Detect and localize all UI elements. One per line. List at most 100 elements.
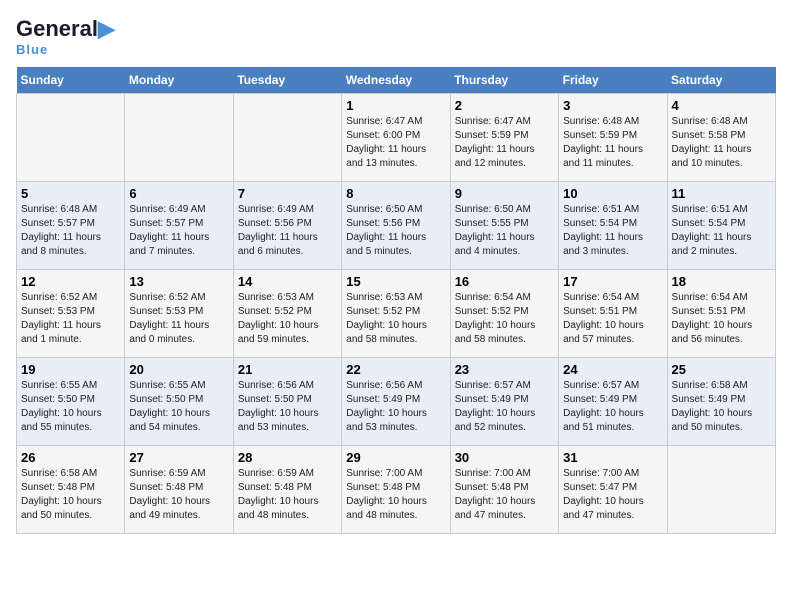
day-info: Sunrise: 6:48 AM Sunset: 5:57 PM Dayligh…: [21, 203, 120, 259]
day-info: Sunrise: 6:52 AM Sunset: 5:53 PM Dayligh…: [21, 291, 120, 347]
day-number: 22: [346, 362, 445, 377]
calendar-cell: 12 Sunrise: 6:52 AM Sunset: 5:53 PM Dayli…: [17, 270, 125, 358]
calendar-cell: 24 Sunrise: 6:57 AM Sunset: 5:49 PM Dayli…: [559, 358, 667, 446]
day-info: Sunrise: 6:55 AM Sunset: 5:50 PM Dayligh…: [21, 379, 120, 435]
week-row-5: 26 Sunrise: 6:58 AM Sunset: 5:48 PM Dayli…: [17, 446, 776, 534]
page-header: General▶ Blue: [16, 16, 776, 57]
day-info: Sunrise: 6:52 AM Sunset: 5:53 PM Dayligh…: [129, 291, 228, 347]
calendar-cell: 21Sunrise: 6:56 AM Sunset: 5:50 PM Dayli…: [233, 358, 341, 446]
day-info: Sunrise: 6:51 AM Sunset: 5:54 PM Dayligh…: [563, 203, 662, 259]
day-number: 7: [238, 186, 337, 201]
day-number: 5: [21, 186, 120, 201]
day-number: 12: [21, 274, 120, 289]
day-info: Sunrise: 6:50 AM Sunset: 5:56 PM Dayligh…: [346, 203, 445, 259]
calendar-cell: 14 Sunrise: 6:53 AM Sunset: 5:52 PM Dayli…: [233, 270, 341, 358]
day-number: 11: [672, 186, 771, 201]
calendar-cell: 22 Sunrise: 6:56 AM Sunset: 5:49 PM Dayli…: [342, 358, 450, 446]
calendar-cell: 26 Sunrise: 6:58 AM Sunset: 5:48 PM Dayli…: [17, 446, 125, 534]
day-info: Sunrise: 6:56 AM Sunset: 5:49 PM Dayligh…: [346, 379, 445, 435]
calendar-cell: 25 Sunrise: 6:58 AM Sunset: 5:49 PM Dayli…: [667, 358, 775, 446]
day-number: 29: [346, 450, 445, 465]
day-info: Sunrise: 6:58 AM Sunset: 5:49 PM Dayligh…: [672, 379, 771, 435]
day-info: Sunrise: 6:59 AM Sunset: 5:48 PM Dayligh…: [238, 467, 337, 523]
day-info: Sunrise: 6:49 AM Sunset: 5:56 PM Dayligh…: [238, 203, 337, 259]
calendar-cell: 15Sunrise: 6:53 AM Sunset: 5:52 PM Dayli…: [342, 270, 450, 358]
day-info: Sunrise: 6:47 AM Sunset: 6:00 PM Dayligh…: [346, 115, 445, 171]
day-info: Sunrise: 6:50 AM Sunset: 5:55 PM Dayligh…: [455, 203, 554, 259]
day-number: 8: [346, 186, 445, 201]
day-number: 28: [238, 450, 337, 465]
day-info: Sunrise: 7:00 AM Sunset: 5:47 PM Dayligh…: [563, 467, 662, 523]
weekday-header-tuesday: Tuesday: [233, 67, 341, 94]
day-number: 18: [672, 274, 771, 289]
calendar-cell: 16 Sunrise: 6:54 AM Sunset: 5:52 PM Dayli…: [450, 270, 558, 358]
day-number: 24: [563, 362, 662, 377]
calendar-cell: 18Sunrise: 6:54 AM Sunset: 5:51 PM Dayli…: [667, 270, 775, 358]
day-info: Sunrise: 6:54 AM Sunset: 5:52 PM Dayligh…: [455, 291, 554, 347]
day-number: 1: [346, 98, 445, 113]
day-number: 3: [563, 98, 662, 113]
logo-subtitle: Blue: [16, 42, 48, 57]
weekday-header-row: SundayMondayTuesdayWednesdayThursdayFrid…: [17, 67, 776, 94]
day-number: 2: [455, 98, 554, 113]
day-number: 30: [455, 450, 554, 465]
weekday-header-friday: Friday: [559, 67, 667, 94]
day-info: Sunrise: 6:59 AM Sunset: 5:48 PM Dayligh…: [129, 467, 228, 523]
calendar-cell: 3 Sunrise: 6:48 AM Sunset: 5:59 PM Daylig…: [559, 94, 667, 182]
calendar-cell: 23Sunrise: 6:57 AM Sunset: 5:49 PM Dayli…: [450, 358, 558, 446]
day-number: 14: [238, 274, 337, 289]
day-number: 31: [563, 450, 662, 465]
calendar-cell: 2 Sunrise: 6:47 AM Sunset: 5:59 PM Daylig…: [450, 94, 558, 182]
day-number: 9: [455, 186, 554, 201]
day-number: 19: [21, 362, 120, 377]
calendar-cell: 10 Sunrise: 6:51 AM Sunset: 5:54 PM Dayli…: [559, 182, 667, 270]
day-info: Sunrise: 6:47 AM Sunset: 5:59 PM Dayligh…: [455, 115, 554, 171]
calendar-cell: [125, 94, 233, 182]
day-number: 4: [672, 98, 771, 113]
day-info: Sunrise: 6:51 AM Sunset: 5:54 PM Dayligh…: [672, 203, 771, 259]
weekday-header-thursday: Thursday: [450, 67, 558, 94]
calendar-cell: 29 Sunrise: 7:00 AM Sunset: 5:48 PM Dayli…: [342, 446, 450, 534]
calendar-cell: 9 Sunrise: 6:50 AM Sunset: 5:55 PM Daylig…: [450, 182, 558, 270]
weekday-header-saturday: Saturday: [667, 67, 775, 94]
calendar-cell: 7 Sunrise: 6:49 AM Sunset: 5:56 PM Daylig…: [233, 182, 341, 270]
calendar-cell: 6Sunrise: 6:49 AM Sunset: 5:57 PM Daylig…: [125, 182, 233, 270]
day-number: 25: [672, 362, 771, 377]
calendar-cell: 17Sunrise: 6:54 AM Sunset: 5:51 PM Dayli…: [559, 270, 667, 358]
day-info: Sunrise: 6:53 AM Sunset: 5:52 PM Dayligh…: [238, 291, 337, 347]
day-number: 20: [129, 362, 228, 377]
day-number: 17: [563, 274, 662, 289]
calendar-table: SundayMondayTuesdayWednesdayThursdayFrid…: [16, 67, 776, 534]
calendar-cell: 11 Sunrise: 6:51 AM Sunset: 5:54 PM Dayli…: [667, 182, 775, 270]
calendar-cell: 13 Sunrise: 6:52 AM Sunset: 5:53 PM Dayli…: [125, 270, 233, 358]
calendar-cell: 27 Sunrise: 6:59 AM Sunset: 5:48 PM Dayli…: [125, 446, 233, 534]
calendar-cell: [17, 94, 125, 182]
day-info: Sunrise: 6:48 AM Sunset: 5:58 PM Dayligh…: [672, 115, 771, 171]
calendar-cell: [233, 94, 341, 182]
day-info: Sunrise: 6:57 AM Sunset: 5:49 PM Dayligh…: [563, 379, 662, 435]
logo: General▶ Blue: [16, 16, 115, 57]
day-number: 13: [129, 274, 228, 289]
day-info: Sunrise: 7:00 AM Sunset: 5:48 PM Dayligh…: [455, 467, 554, 523]
week-row-2: 5 Sunrise: 6:48 AM Sunset: 5:57 PM Daylig…: [17, 182, 776, 270]
day-info: Sunrise: 6:55 AM Sunset: 5:50 PM Dayligh…: [129, 379, 228, 435]
day-number: 26: [21, 450, 120, 465]
calendar-cell: 5 Sunrise: 6:48 AM Sunset: 5:57 PM Daylig…: [17, 182, 125, 270]
day-number: 10: [563, 186, 662, 201]
calendar-cell: 30 Sunrise: 7:00 AM Sunset: 5:48 PM Dayli…: [450, 446, 558, 534]
weekday-header-monday: Monday: [125, 67, 233, 94]
day-info: Sunrise: 6:48 AM Sunset: 5:59 PM Dayligh…: [563, 115, 662, 171]
calendar-cell: 28 Sunrise: 6:59 AM Sunset: 5:48 PM Dayli…: [233, 446, 341, 534]
day-number: 16: [455, 274, 554, 289]
logo-main: General▶: [16, 16, 115, 42]
weekday-header-wednesday: Wednesday: [342, 67, 450, 94]
day-number: 21: [238, 362, 337, 377]
day-info: Sunrise: 6:58 AM Sunset: 5:48 PM Dayligh…: [21, 467, 120, 523]
day-number: 27: [129, 450, 228, 465]
week-row-1: 1 Sunrise: 6:47 AM Sunset: 6:00 PM Daylig…: [17, 94, 776, 182]
week-row-3: 12 Sunrise: 6:52 AM Sunset: 5:53 PM Dayli…: [17, 270, 776, 358]
logo-text: General▶: [16, 16, 115, 42]
day-info: Sunrise: 7:00 AM Sunset: 5:48 PM Dayligh…: [346, 467, 445, 523]
weekday-header-sunday: Sunday: [17, 67, 125, 94]
calendar-cell: 1 Sunrise: 6:47 AM Sunset: 6:00 PM Daylig…: [342, 94, 450, 182]
